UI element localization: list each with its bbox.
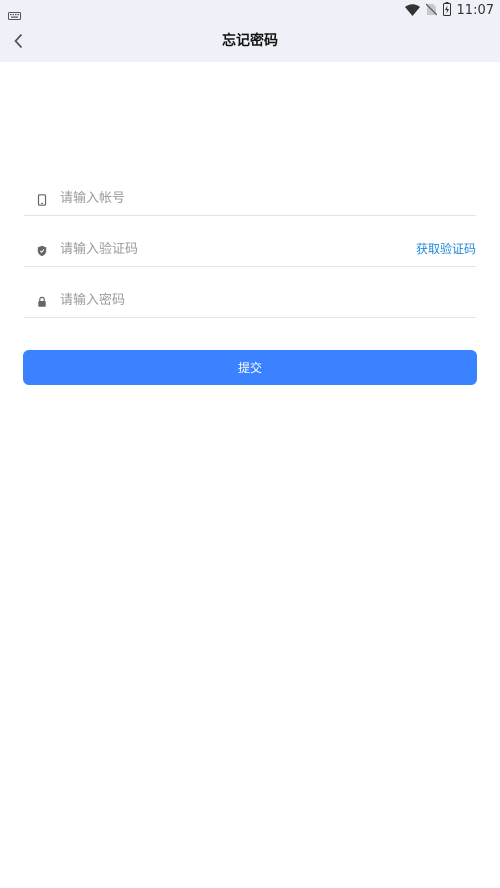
password-field: [24, 283, 476, 318]
clock-time: 11:07: [456, 2, 494, 18]
wifi-icon: [404, 1, 420, 20]
account-field: [24, 181, 476, 216]
submit-button[interactable]: 提交: [23, 350, 477, 385]
status-bar: 11:07: [0, 0, 500, 20]
back-button[interactable]: [8, 29, 32, 53]
get-verification-code-button[interactable]: 获取验证码: [416, 240, 476, 257]
account-input[interactable]: [60, 187, 390, 209]
chevron-left-icon: [14, 33, 23, 49]
shield-icon: [36, 242, 48, 257]
verification-code-input[interactable]: [60, 238, 390, 260]
lock-icon: [36, 293, 48, 307]
top-app-bar: 忘记密码: [0, 20, 500, 62]
verification-code-field: 获取验证码: [24, 232, 476, 267]
password-input[interactable]: [60, 289, 390, 311]
battery-charging-icon: [442, 1, 451, 20]
no-sim-icon: [425, 1, 437, 20]
page-title: 忘记密码: [222, 33, 278, 49]
phone-icon: [36, 191, 48, 206]
